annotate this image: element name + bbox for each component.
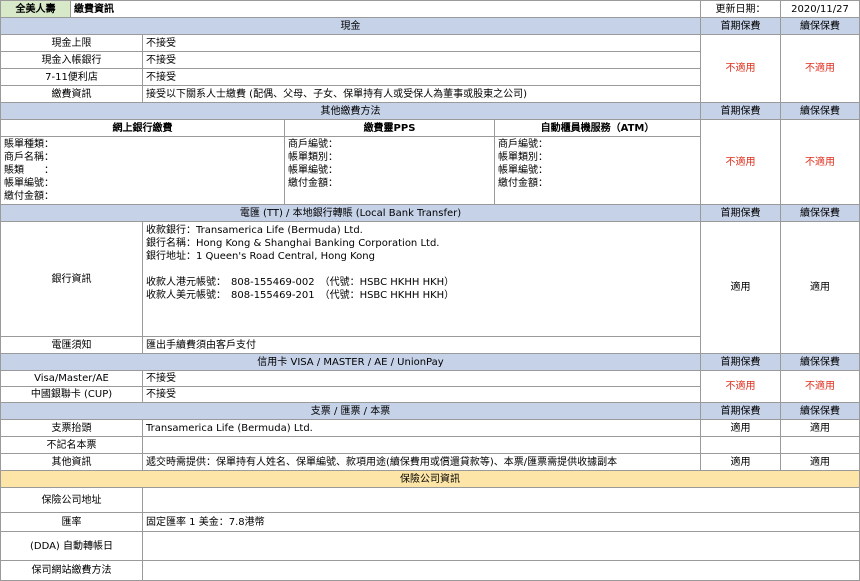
card-first-premium-status: 不適用: [701, 371, 781, 403]
cash-first-premium-status: 不適用: [701, 35, 781, 103]
cheque-payee-value: Transamerica Life (Bermuda) Ltd.: [143, 420, 701, 437]
dda-date-value: [143, 532, 860, 561]
cash-711-value: 不接受: [143, 69, 701, 86]
cash-limit-label: 現金上限: [0, 35, 143, 52]
tt-renewal-premium-status: 適用: [781, 222, 860, 354]
cash-limit-value: 不接受: [143, 35, 701, 52]
cash-renewal-premium-status: 不適用: [781, 35, 860, 103]
cheque-first-premium-header: 首期保費: [701, 403, 781, 420]
atm-details: 商戶編號： 帳單類別： 帳單編號： 繳付金額：: [495, 137, 701, 205]
bearer-note-first-status: [701, 437, 781, 454]
card-first-premium-header: 首期保費: [701, 354, 781, 371]
atm-line: 帳單編號：: [498, 165, 548, 176]
cash-section-title: 現金: [0, 18, 701, 35]
cash-711-label: 7-11便利店: [0, 69, 143, 86]
tt-renewal-premium-header: 續保保費: [781, 205, 860, 222]
other-first-premium-header: 首期保費: [701, 103, 781, 120]
bearer-note-renewal-status: [781, 437, 860, 454]
cash-bank-label: 現金入帳銀行: [0, 52, 143, 69]
sheet-title: 繳費資訊: [71, 0, 701, 18]
pps-line: 繳付金額：: [288, 178, 338, 189]
tt-bank-line: 銀行名稱：Hong Kong & Shanghai Banking Corpor…: [146, 238, 440, 249]
tt-bank-line: 收款人港元帳號： 808-155469-002 （代號：HSBC HKHH HK…: [146, 277, 455, 288]
insurer-section-title: 保險公司資訊: [0, 471, 860, 488]
online-bank-line: 繳付金額：: [4, 191, 54, 202]
cash-first-premium-header: 首期保費: [701, 18, 781, 35]
tt-notice-value: 匯出手續費須由客戶支付: [143, 337, 701, 354]
pps-line: 帳單類別：: [288, 152, 338, 163]
dda-date-label: (DDA) 自動轉帳日: [0, 532, 143, 561]
company-name: 全美人壽: [0, 0, 71, 18]
atm-title: 自動櫃員機服務（ATM）: [495, 120, 701, 137]
online-bank-line: 帳單編號：: [4, 178, 54, 189]
cash-renewal-premium-header: 續保保費: [781, 18, 860, 35]
cheque-other-renewal-status: 適用: [781, 454, 860, 471]
insurer-address-value: [143, 488, 860, 513]
pps-title: 繳費靈PPS: [285, 120, 495, 137]
online-bank-line: 賬類 ：: [4, 165, 54, 176]
online-bank-title: 網上銀行繳費: [0, 120, 285, 137]
atm-line: 商戶編號：: [498, 139, 548, 150]
cheque-renewal-premium-header: 續保保費: [781, 403, 860, 420]
card-renewal-premium-header: 續保保費: [781, 354, 860, 371]
card-renewal-premium-status: 不適用: [781, 371, 860, 403]
exchange-rate-label: 匯率: [0, 513, 143, 532]
tt-bank-line: 收款銀行：Transamerica Life (Bermuda) Ltd.: [146, 225, 363, 236]
cash-payment-info-label: 繳費資訊: [0, 86, 143, 103]
cheque-section-title: 支票 / 匯票 / 本票: [0, 403, 701, 420]
other-first-premium-status: 不適用: [701, 120, 781, 205]
website-payment-label: 保司網站繳費方法: [0, 561, 143, 581]
cash-bank-value: 不接受: [143, 52, 701, 69]
other-renewal-premium-status: 不適用: [781, 120, 860, 205]
cheque-other-info-label: 其他資訊: [0, 454, 143, 471]
cheque-payee-label: 支票抬頭: [0, 420, 143, 437]
tt-bank-info-label: 銀行資訊: [0, 222, 143, 337]
tt-section-title: 電匯 (TT) / 本地銀行轉賬 (Local Bank Transfer): [0, 205, 701, 222]
cash-payment-info-value: 接受以下關系人士繳費 (配偶、父母、子女、保單持有人或受保人為董事或股東之公司): [143, 86, 701, 103]
tt-first-premium-status: 適用: [701, 222, 781, 354]
tt-notice-label: 電匯須知: [0, 337, 143, 354]
tt-bank-line-spacer: [146, 263, 697, 276]
cheque-other-info-value: 遞交時需提供：保單持有人姓名、保單編號、款項用途(續保費用或償還貸款等)、本票/…: [143, 454, 701, 471]
card-section-title: 信用卡 VISA / MASTER / AE / UnionPay: [0, 354, 701, 371]
cheque-payee-renewal-status: 適用: [781, 420, 860, 437]
card-cup-value: 不接受: [143, 387, 701, 403]
online-bank-line: 商戶名稱：: [4, 152, 54, 163]
payment-info-sheet: 全美人壽 繳費資訊 更新日期： 2020/11/27 現金 首期保費 續保保費 …: [0, 0, 860, 581]
pps-line: 帳單編號：: [288, 165, 338, 176]
bearer-note-label: 不記名本票: [0, 437, 143, 454]
card-cup-label: 中國銀聯卡 (CUP): [0, 387, 143, 403]
tt-bank-line: 收款人美元帳號： 808-155469-201 （代號：HSBC HKHH HK…: [146, 290, 455, 301]
online-bank-details: 賬單種類： 商戶名稱： 賬類 ： 帳單編號： 繳付金額：: [0, 137, 285, 205]
pps-details: 商戶編號： 帳單類別： 帳單編號： 繳付金額：: [285, 137, 495, 205]
other-renewal-premium-header: 續保保費: [781, 103, 860, 120]
website-payment-value: [143, 561, 860, 581]
cheque-payee-first-status: 適用: [701, 420, 781, 437]
atm-line: 帳單類別：: [498, 152, 548, 163]
exchange-rate-value: 固定匯率 1 美金：7.8港幣: [143, 513, 860, 532]
atm-line: 繳付金額：: [498, 178, 548, 189]
other-section-title: 其他繳費方法: [0, 103, 701, 120]
card-visa-value: 不接受: [143, 371, 701, 387]
cheque-other-first-status: 適用: [701, 454, 781, 471]
tt-bank-info-details: 收款銀行：Transamerica Life (Bermuda) Ltd. 銀行…: [143, 222, 701, 337]
update-date-label: 更新日期：: [701, 0, 781, 18]
insurer-address-label: 保險公司地址: [0, 488, 143, 513]
tt-bank-line: 銀行地址：1 Queen's Road Central, Hong Kong: [146, 251, 375, 262]
pps-line: 商戶編號：: [288, 139, 338, 150]
tt-first-premium-header: 首期保費: [701, 205, 781, 222]
update-date-value: 2020/11/27: [781, 0, 860, 18]
card-visa-label: Visa/Master/AE: [0, 371, 143, 387]
online-bank-line: 賬單種類：: [4, 139, 54, 150]
bearer-note-value: [143, 437, 701, 454]
